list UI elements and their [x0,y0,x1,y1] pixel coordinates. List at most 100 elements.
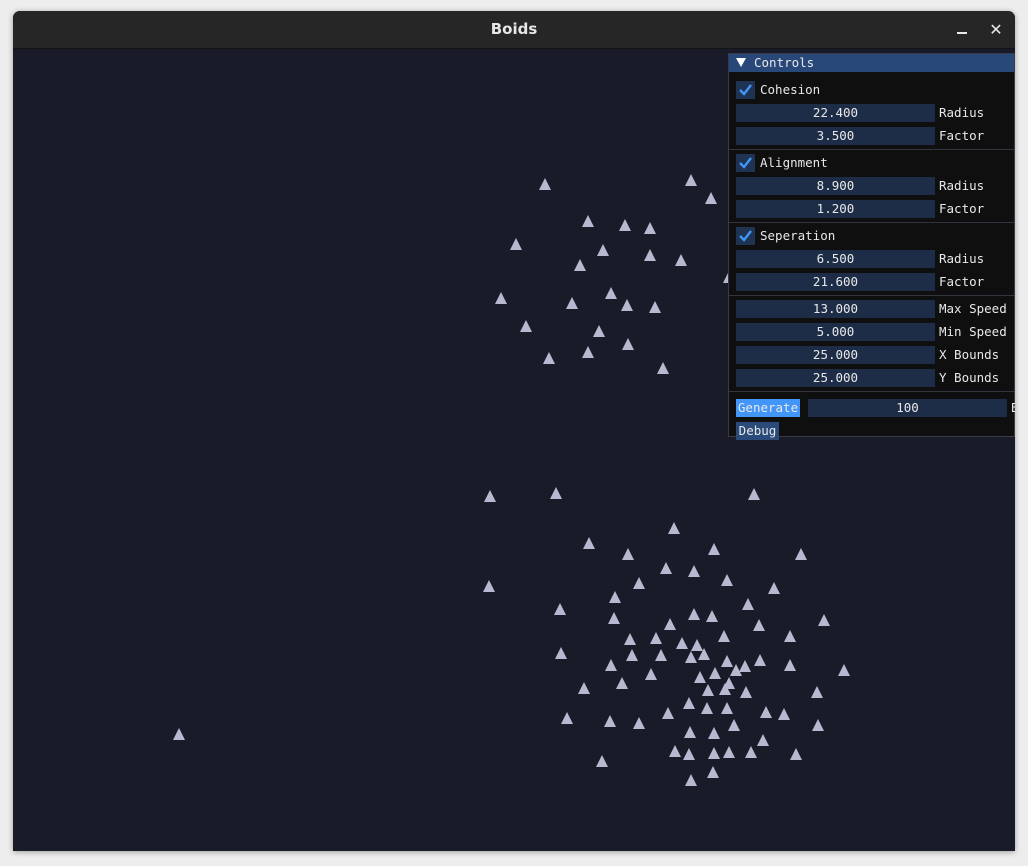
alignment-label: Alignment [760,155,828,170]
boid-triangle [605,659,617,671]
separator [729,391,1014,392]
boid-triangle [753,619,765,631]
boid-triangle [685,174,697,186]
boid-count-input[interactable]: 100 [808,399,1007,417]
alignment-radius-input[interactable]: 8.900 [736,177,935,195]
boid-triangle [709,667,721,679]
boid-triangle [596,755,608,767]
boid-triangle [566,297,578,309]
boid-triangle [748,488,760,500]
boid-triangle [604,715,616,727]
boid-triangle [707,766,719,778]
close-button[interactable]: ✕ [983,17,1009,43]
debug-button[interactable]: Debug [736,422,779,440]
boid-triangle [708,747,720,759]
title-bar[interactable]: Boids ✕ [13,11,1015,49]
boid-triangle [721,574,733,586]
boid-triangle [619,219,631,231]
boid-triangle [768,582,780,594]
boid-triangle [688,565,700,577]
boid-triangle [784,630,796,642]
boid-triangle [683,697,695,709]
boid-triangle [644,222,656,234]
boid-triangle [633,717,645,729]
boid-triangle [633,577,645,589]
alignment-checkbox[interactable] [736,154,755,172]
boid-triangle [688,608,700,620]
boid-triangle [483,580,495,592]
checkmark-icon [739,157,752,169]
separation-radius-input[interactable]: 6.500 [736,250,935,268]
close-icon: ✕ [989,20,1003,39]
boid-triangle [701,702,713,714]
x-bounds-input[interactable]: 25.000 [736,346,935,364]
separation-checkbox[interactable] [736,227,755,245]
boid-triangle [685,774,697,786]
simulation-viewport[interactable]: Controls Cohesion 22.400 Radius 3.500 Fa… [13,49,1015,851]
boid-triangle [609,591,621,603]
boid-triangle [754,654,766,666]
boid-triangle [622,548,634,560]
separator [729,295,1014,296]
boid-triangle [657,362,669,374]
separator [729,222,1014,223]
boid-triangle [624,633,636,645]
controls-panel-header[interactable]: Controls [729,54,1014,72]
cohesion-checkbox[interactable] [736,81,755,99]
generate-button[interactable]: Generate [736,399,800,417]
boid-triangle [838,664,850,676]
cohesion-radius-input[interactable]: 22.400 [736,104,935,122]
boid-triangle [574,259,586,271]
x-bounds-label: X Bounds [939,347,1000,362]
minimize-button[interactable] [949,17,975,43]
boid-triangle [691,639,703,651]
boid-triangle [520,320,532,332]
boid-triangle [582,346,594,358]
boid-triangle [645,668,657,680]
cohesion-factor-input[interactable]: 3.500 [736,127,935,145]
boid-triangle [740,686,752,698]
separation-label: Seperation [760,228,836,243]
boid-triangle [760,706,772,718]
boid-triangle [649,301,661,313]
boid-triangle [676,637,688,649]
boid-triangle [662,707,674,719]
boid-triangle [555,647,567,659]
boid-triangle [608,612,620,624]
controls-panel[interactable]: Controls Cohesion 22.400 Radius 3.500 Fa… [728,53,1015,440]
boid-triangle [510,238,522,250]
boid-triangle [655,649,667,661]
min-speed-label: Min Speed [939,324,1007,339]
boid-triangle [616,677,628,689]
boid-triangle [702,684,714,696]
y-bounds-input[interactable]: 25.000 [736,369,935,387]
boid-triangle [708,727,720,739]
cohesion-factor-label: Factor [939,128,985,143]
boid-triangle [684,726,696,738]
boid-triangle [778,708,790,720]
separation-factor-input[interactable]: 21.600 [736,273,935,291]
boid-triangle [723,746,735,758]
boid-triangle [660,562,672,574]
boid-triangle [605,287,617,299]
y-bounds-label: Y Bounds [939,370,1000,385]
max-speed-input[interactable]: 13.000 [736,300,935,318]
boid-triangle [626,649,638,661]
boid-triangle [668,522,680,534]
boid-triangle [790,748,802,760]
boid-triangle [621,299,633,311]
boid-triangle [812,719,824,731]
cohesion-radius-label: Radius [939,105,985,120]
boid-triangle [784,659,796,671]
boid-triangle [757,734,769,746]
window-title: Boids [490,20,538,38]
boid-triangle [539,178,551,190]
alignment-factor-input[interactable]: 1.200 [736,200,935,218]
checkmark-icon [739,230,752,242]
app-window: Boids ✕ Controls Cohesion 22.400 Radius [13,11,1015,851]
boid-triangle [739,660,751,672]
collapse-triangle-icon[interactable] [736,58,746,67]
boid-triangle [484,490,496,502]
min-speed-input[interactable]: 5.000 [736,323,935,341]
boid-triangle [675,254,687,266]
